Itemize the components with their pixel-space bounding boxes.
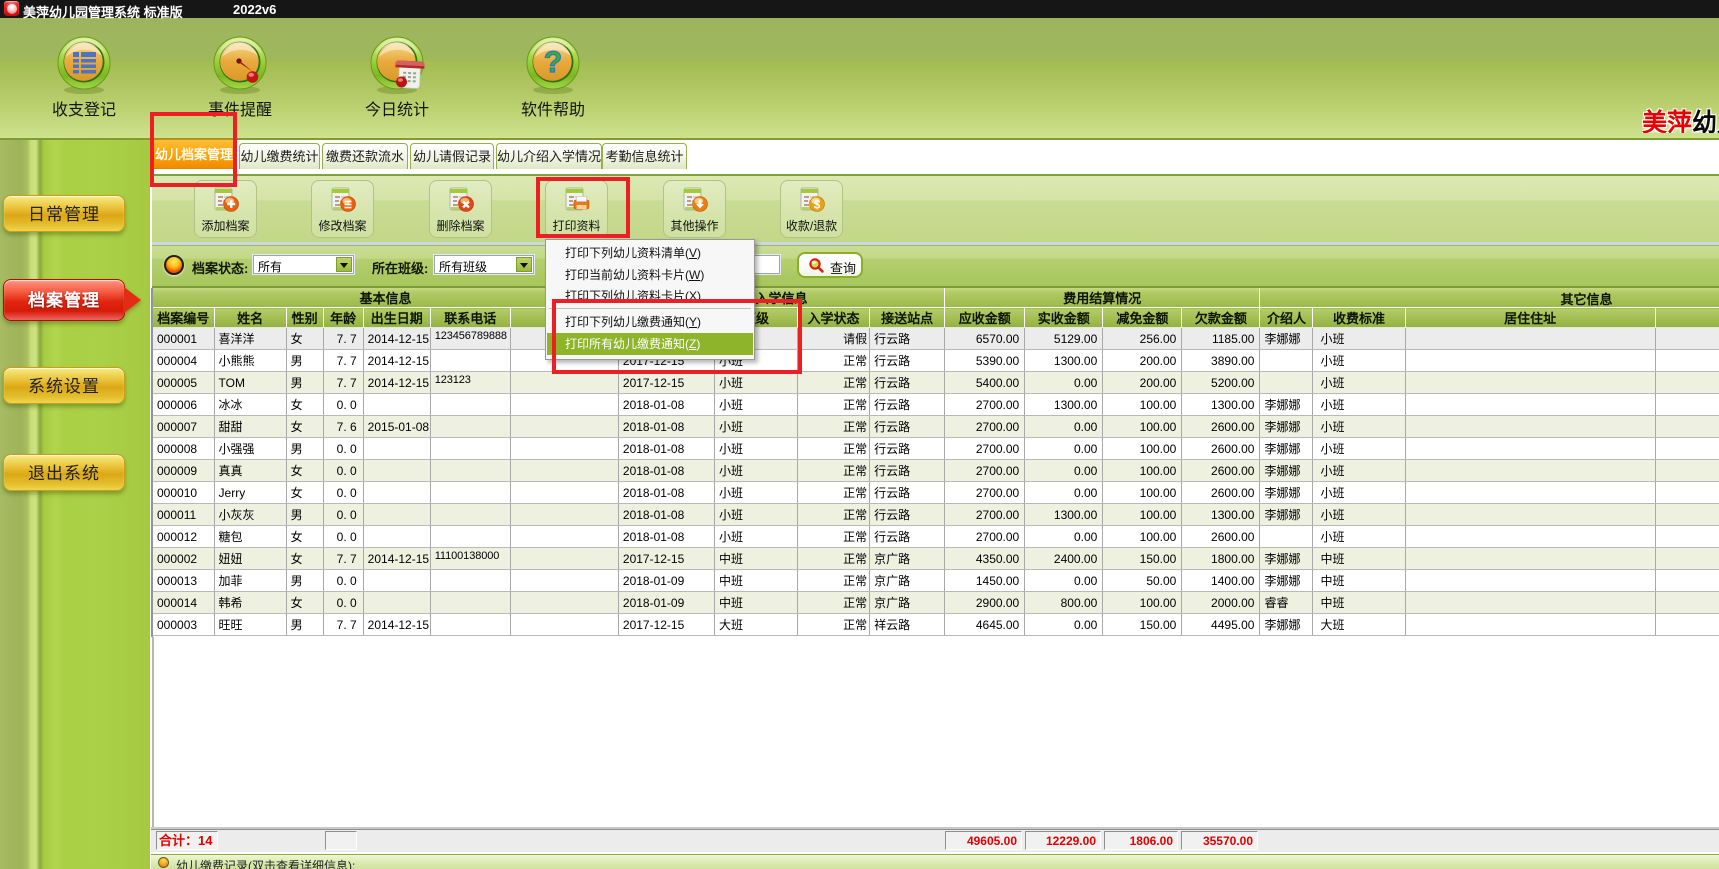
svg-text:?: ? bbox=[544, 46, 562, 79]
svg-text:$: $ bbox=[813, 198, 820, 212]
